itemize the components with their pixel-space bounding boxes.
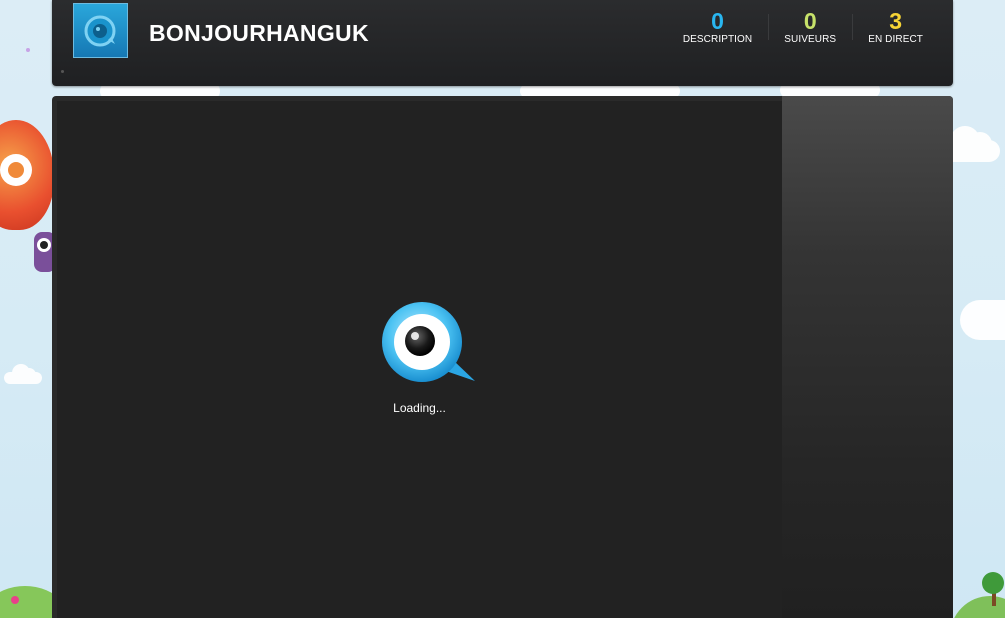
loading-text: Loading... xyxy=(393,401,446,415)
stat-live[interactable]: 3 EN DIRECT xyxy=(852,8,939,48)
hill-decoration xyxy=(950,596,1005,618)
stat-followers[interactable]: 0 SUIVEURS xyxy=(768,8,852,48)
cloud-decoration xyxy=(4,364,42,384)
header-dot xyxy=(61,70,64,73)
hot-air-balloon-decoration xyxy=(0,120,54,230)
stat-description[interactable]: 0 DESCRIPTION xyxy=(667,8,768,48)
side-panel xyxy=(782,96,953,618)
balloon-logo-decoration xyxy=(0,154,32,186)
stat-label: EN DIRECT xyxy=(868,34,923,45)
channel-name[interactable]: BONJOURHANGUK xyxy=(149,20,369,47)
stat-label: SUIVEURS xyxy=(784,34,837,45)
tree-decoration xyxy=(992,592,996,606)
channel-stats: 0 DESCRIPTION 0 SUIVEURS 3 EN DIRECT xyxy=(667,8,939,48)
eye-character-decoration xyxy=(37,238,51,252)
sparkle-decoration xyxy=(26,48,30,52)
main-content: Loading... xyxy=(52,96,953,618)
video-player[interactable]: Loading... xyxy=(57,101,782,618)
flower-decoration xyxy=(11,596,19,604)
stat-value: 3 xyxy=(889,8,902,34)
bubble-eye-logo-icon xyxy=(84,15,116,47)
tree-decoration xyxy=(982,572,1004,594)
channel-header: BONJOURHANGUK 0 DESCRIPTION 0 SUIVEURS 3… xyxy=(52,0,953,86)
channel-avatar[interactable] xyxy=(73,3,128,58)
bubble-eye-logo-icon xyxy=(382,302,475,382)
cloud-decoration xyxy=(960,300,1005,340)
stat-label: DESCRIPTION xyxy=(682,34,753,45)
stat-value: 0 xyxy=(711,8,724,34)
stat-value: 0 xyxy=(803,8,817,34)
